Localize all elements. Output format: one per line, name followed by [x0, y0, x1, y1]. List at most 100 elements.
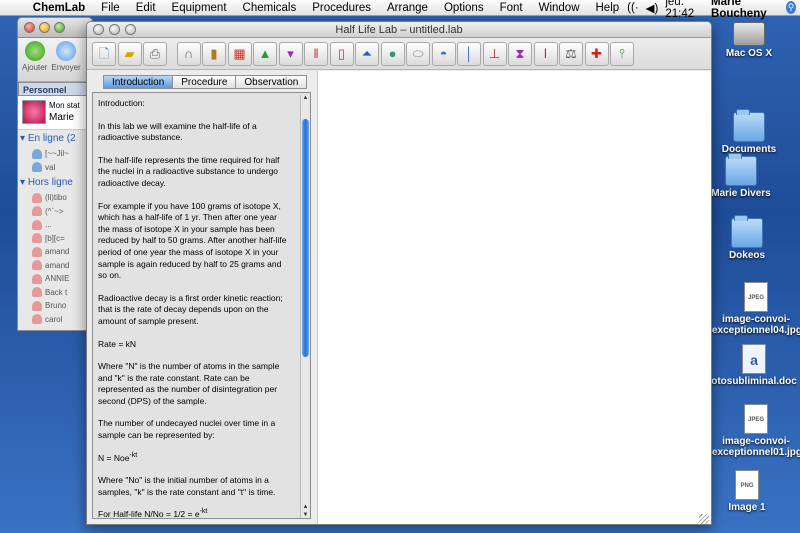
bottle-icon[interactable]: ▮	[202, 41, 226, 66]
person-icon	[32, 148, 42, 159]
balance-icon[interactable]: ⚖	[559, 41, 583, 66]
zoom-icon[interactable]	[125, 24, 136, 35]
print-icon[interactable]: ⎙	[143, 41, 167, 66]
lab-workspace-canvas[interactable]	[317, 71, 711, 524]
pipette-icon[interactable]: │	[457, 41, 481, 66]
hourglass-icon[interactable]: ⧗	[508, 41, 532, 66]
graduated-cylinder-icon[interactable]: ▯	[329, 41, 354, 66]
tab-procedure[interactable]: Procedure	[173, 75, 237, 89]
list-item[interactable]: val	[18, 161, 92, 175]
list-item[interactable]: amand	[18, 245, 92, 259]
menu-window[interactable]: Window	[531, 2, 588, 14]
chemlab-window: Half Life Lab – untitled.lab 🗋 ▰ ⎙ ∩ ▮ ▦…	[86, 21, 712, 525]
list-item[interactable]: Back t	[18, 286, 92, 300]
close-icon[interactable]	[93, 24, 104, 35]
person-icon	[32, 287, 42, 298]
erlenmeyer-flask-icon[interactable]: ⏶	[355, 41, 379, 66]
folder-icon	[733, 109, 765, 142]
list-item[interactable]: (li)tibo	[18, 191, 92, 205]
desktop-icon-doc[interactable]: a otosubliminal.doc	[708, 344, 800, 387]
menu-chemicals[interactable]: Chemicals	[235, 2, 305, 14]
thermometer-icon[interactable]: ǀ	[533, 41, 558, 66]
scroll-thumb[interactable]	[302, 119, 309, 357]
desktop-icon-dokeos[interactable]: Dokeos	[702, 215, 792, 261]
menu-arrange[interactable]: Arrange	[379, 2, 436, 14]
clock[interactable]: jeu. 21:42	[665, 0, 704, 20]
user-name[interactable]: Marie Boucheny	[711, 0, 779, 20]
desktop-icon-convoi01[interactable]: JPEG image-convoi-exceptionnel01.jpg	[712, 404, 800, 458]
person-icon	[32, 246, 42, 257]
person-icon	[32, 314, 42, 325]
wifi-icon[interactable]: ((·	[627, 2, 639, 14]
menu-edit[interactable]: Edit	[128, 2, 164, 14]
desktop-icon-convoi04[interactable]: JPEG image-convoi-exceptionnel04.jpg	[712, 282, 800, 336]
round-flask-icon[interactable]: ●	[380, 41, 405, 66]
equipment-toolbar: 🗋 ▰ ⎙ ∩ ▮ ▦ ▲ ▾ ‖ ▯ ⏶ ● ⬭ ◓ │ ⊥ ⧗ ǀ ⚖ ✚ …	[87, 38, 711, 70]
send-button[interactable]: Envoyer	[51, 41, 81, 78]
minimize-icon[interactable]	[109, 24, 120, 35]
add-icon	[24, 41, 45, 61]
scroll-up-icon[interactable]: ▲	[301, 504, 310, 510]
beaker-icon[interactable]: ▾	[278, 41, 303, 66]
scale-icon[interactable]: ▦	[227, 41, 252, 66]
lab-tabs: Introduction Procedure Observation	[103, 75, 308, 89]
introduction-text-panel[interactable]: Introduction: In this lab we will examin…	[92, 92, 311, 519]
window-titlebar[interactable]: Half Life Lab – untitled.lab	[87, 22, 711, 38]
volume-icon[interactable]: ◀)	[646, 1, 659, 15]
list-item[interactable]: [b][c=	[18, 232, 92, 246]
list-item[interactable]: [~~Jil~	[18, 147, 92, 161]
intro-paragraph: Radioactive decay is a first order kinet…	[98, 292, 283, 326]
test-tubes-icon[interactable]: ‖	[304, 41, 328, 66]
person-icon	[32, 206, 42, 217]
vertical-scrollbar[interactable]: ▲ ▲ ▼	[300, 95, 310, 518]
menu-help[interactable]: Help	[588, 2, 628, 14]
open-folder-icon[interactable]: ▰	[117, 41, 142, 66]
menu-bar: ChemLab File Edit Equipment Chemicals Pr…	[0, 0, 800, 20]
dropper-icon[interactable]: ⫯	[610, 41, 634, 66]
group-offline[interactable]: ▾ Hors ligne	[18, 174, 92, 191]
intro-paragraph: The number of undecayed nuclei over time…	[98, 418, 276, 441]
list-item[interactable]: Bruno	[18, 299, 92, 313]
new-document-icon[interactable]: 🗋	[92, 41, 116, 66]
my-status[interactable]: Mon stat Marie	[18, 96, 92, 130]
ring-stand-icon[interactable]: ⊥	[482, 41, 507, 66]
intro-paragraph: In this lab we will examine the half-lif…	[98, 120, 257, 143]
menu-font[interactable]: Font	[492, 2, 531, 14]
menu-options[interactable]: Options	[436, 2, 492, 14]
tab-personnel[interactable]: Personnel	[18, 82, 92, 96]
tab-introduction[interactable]: Introduction	[103, 75, 174, 89]
messenger-titlebar[interactable]	[18, 18, 92, 38]
desktop-icon-macosx[interactable]: Mac OS X	[704, 22, 794, 59]
decay-equation: N = Noe-kt	[98, 451, 138, 463]
spotlight-icon[interactable]: ⚲	[786, 1, 796, 14]
list-item[interactable]: ANNIE	[18, 272, 92, 286]
group-online[interactable]: ▾ En ligne (2	[18, 130, 92, 147]
bunsen-burner-icon[interactable]: ▲	[253, 41, 277, 66]
scroll-down-icon[interactable]: ▼	[301, 512, 310, 518]
person-icon	[32, 233, 42, 244]
list-item[interactable]: amand	[18, 259, 92, 273]
add-contact-button[interactable]: Ajouter	[22, 41, 47, 78]
minimize-icon[interactable]	[39, 22, 50, 33]
close-icon[interactable]	[24, 22, 35, 33]
menu-procedures[interactable]: Procedures	[304, 2, 379, 14]
petri-dish-icon[interactable]: ⬭	[406, 41, 430, 66]
menu-equipment[interactable]: Equipment	[164, 2, 235, 14]
menu-file[interactable]: File	[93, 2, 128, 14]
evaporating-dish-icon[interactable]: ◓	[431, 41, 456, 66]
list-item[interactable]: carol	[18, 313, 92, 327]
list-item[interactable]: (^`~>	[18, 205, 92, 219]
intro-paragraph: The half-life represents the time requir…	[98, 154, 280, 188]
zoom-icon[interactable]	[54, 22, 65, 33]
resize-grip-icon[interactable]	[699, 514, 709, 524]
list-item[interactable]: ...	[18, 218, 92, 232]
scroll-up-icon[interactable]: ▲	[301, 95, 310, 101]
menu-app[interactable]: ChemLab	[25, 2, 93, 14]
tab-observation[interactable]: Observation	[236, 75, 308, 89]
desktop-icon-image1[interactable]: PNG Image 1	[702, 470, 792, 513]
folder-icon	[725, 153, 757, 186]
person-icon	[32, 300, 42, 311]
magnet-icon[interactable]: ∩	[176, 41, 201, 66]
ph-meter-icon[interactable]: ✚	[584, 41, 609, 66]
desktop-icon-documents[interactable]: Documents	[704, 109, 794, 155]
